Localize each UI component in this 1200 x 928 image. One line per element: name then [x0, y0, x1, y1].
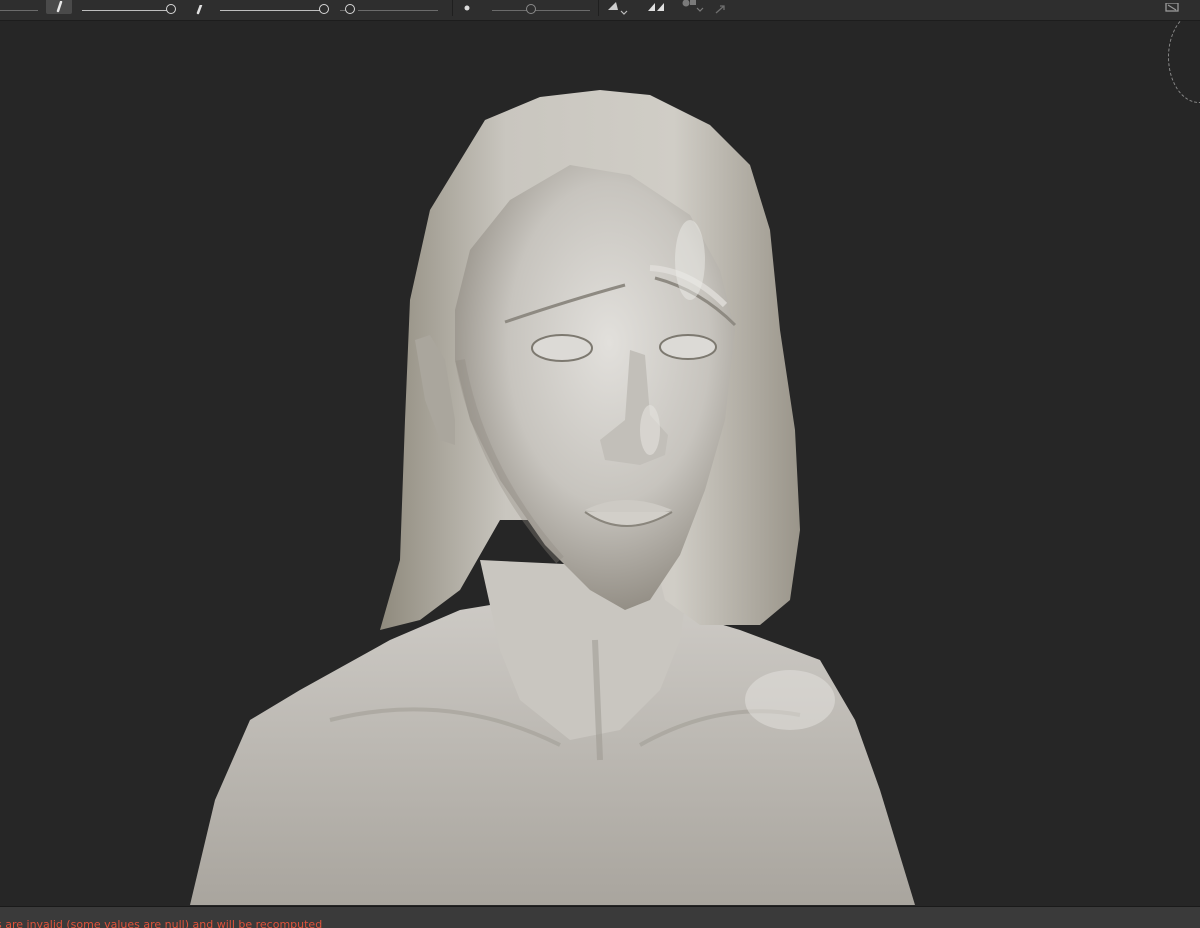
brush-icon — [56, 0, 63, 13]
mask-tool-button[interactable] — [680, 0, 706, 20]
brush-tool-button[interactable] — [46, 0, 72, 14]
spacing-knob[interactable] — [345, 4, 355, 14]
status-bar: s are invalid (some values are null) and… — [0, 906, 1200, 928]
symmetry-icon — [648, 3, 664, 11]
chevron-down-icon — [620, 10, 628, 15]
tool-options-bar — [0, 0, 1200, 21]
right-eye — [659, 334, 717, 360]
dot-icon — [464, 5, 470, 11]
3d-viewport[interactable] — [0, 21, 1200, 906]
brush-size-knob[interactable] — [166, 4, 176, 14]
export-tool-button[interactable] — [714, 0, 730, 19]
brush-strength-knob[interactable] — [319, 4, 329, 14]
chevron-down-icon — [696, 7, 704, 12]
pen-tool-button[interactable] — [192, 0, 206, 19]
sculpt-model — [190, 90, 915, 905]
dot-tool-button[interactable] — [462, 0, 474, 19]
left-eye — [531, 334, 593, 362]
shape-icon — [608, 2, 628, 15]
export-icon — [715, 5, 725, 14]
toolbar-divider — [0, 10, 38, 11]
falloff-knob[interactable] — [526, 4, 536, 14]
pen-icon — [196, 3, 203, 15]
view-options-button[interactable] — [1164, 0, 1182, 19]
shape-tool-button[interactable] — [606, 0, 632, 22]
toolbar-separator — [452, 0, 453, 16]
symmetry-tool-button[interactable] — [646, 0, 668, 19]
toolbar-separator-2 — [598, 0, 599, 16]
mask-icon — [682, 0, 704, 12]
camera-reset-icon — [1165, 2, 1179, 12]
